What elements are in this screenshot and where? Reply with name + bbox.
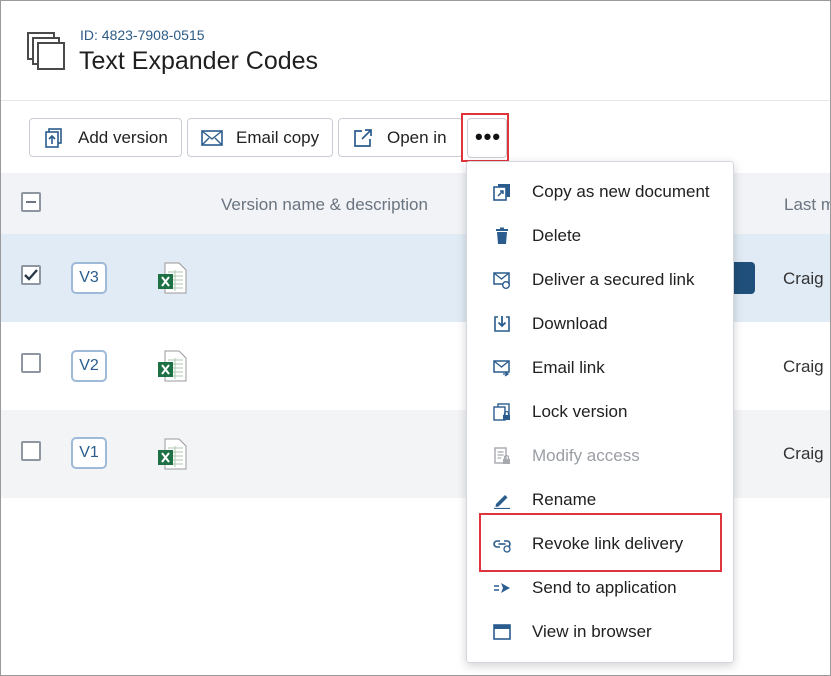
- more-actions-menu: Copy as new document Delete Deliver a se…: [466, 161, 734, 663]
- version-badge[interactable]: V3: [71, 262, 107, 294]
- version-badge[interactable]: V1: [71, 437, 107, 469]
- pencil-icon: [494, 495, 510, 509]
- menu-item-email-link[interactable]: Email link: [467, 346, 733, 390]
- add-version-icon: [43, 127, 65, 149]
- menu-item-lock-version[interactable]: Lock version: [467, 390, 733, 434]
- email-link-icon: [493, 360, 510, 377]
- page-title: Text Expander Codes: [79, 47, 319, 75]
- row-checkbox[interactable]: [21, 265, 41, 285]
- row-checkbox[interactable]: [21, 353, 41, 373]
- menu-item-download[interactable]: Download: [467, 302, 733, 346]
- menu-item-send-to-application[interactable]: Send to application: [467, 566, 733, 610]
- excel-icon: [158, 262, 187, 294]
- add-version-label: Add version: [78, 127, 168, 147]
- select-all-checkbox[interactable]: [21, 192, 41, 212]
- author-name: Craig: [783, 357, 824, 376]
- highlight-box-more: [461, 113, 509, 162]
- lock-version-icon: [493, 403, 510, 421]
- document-id: ID: 4823-7908-0515: [80, 27, 205, 43]
- secure-link-icon: [493, 272, 510, 289]
- version-badge[interactable]: V2: [71, 350, 107, 382]
- email-icon: [201, 127, 223, 149]
- documents-stack-icon: [27, 32, 65, 70]
- trash-icon: [496, 227, 508, 244]
- highlight-box-revoke: [479, 513, 722, 572]
- send-icon: [494, 583, 510, 593]
- menu-item-deliver-secured-link[interactable]: Deliver a secured link: [467, 258, 733, 302]
- excel-icon: [158, 350, 187, 382]
- author-name: Craig: [783, 444, 824, 463]
- email-copy-label: Email copy: [236, 127, 320, 147]
- add-version-button[interactable]: Add version: [29, 118, 182, 157]
- excel-icon: [158, 438, 187, 470]
- modify-access-icon: [494, 447, 510, 464]
- app-window: ID: 4823-7908-0515 Text Expander Codes A…: [0, 0, 831, 676]
- column-header-last-modified[interactable]: Last m: [784, 195, 830, 215]
- copy-document-icon: [493, 184, 510, 201]
- open-in-button[interactable]: Open in: [338, 118, 463, 157]
- checkmark-icon: [24, 269, 38, 281]
- menu-item-copy-as-new-document[interactable]: Copy as new document: [467, 170, 733, 214]
- document-header: ID: 4823-7908-0515 Text Expander Codes: [1, 1, 830, 101]
- email-copy-button[interactable]: Email copy: [187, 118, 333, 157]
- menu-item-modify-access: Modify access: [467, 434, 733, 478]
- open-in-label: Open in: [387, 127, 447, 147]
- author-name: Craig: [783, 269, 824, 288]
- browser-window-icon: [493, 624, 511, 640]
- menu-item-delete[interactable]: Delete: [467, 214, 733, 258]
- external-link-icon: [352, 127, 374, 149]
- row-checkbox[interactable]: [21, 441, 41, 461]
- menu-item-view-in-browser[interactable]: View in browser: [467, 610, 733, 654]
- column-header-version[interactable]: Version name & description: [221, 195, 428, 215]
- download-icon: [494, 316, 510, 332]
